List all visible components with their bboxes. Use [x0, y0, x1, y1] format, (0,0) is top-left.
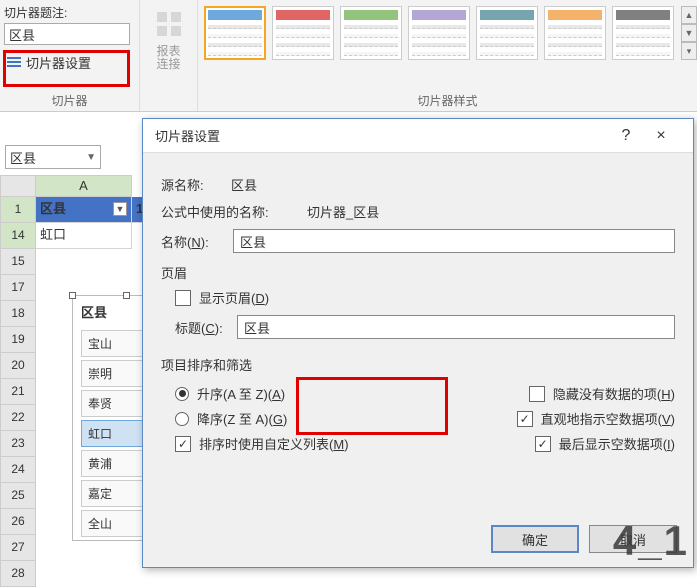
custom-list-checkbox[interactable]: ✓ — [175, 436, 191, 452]
sort-desc-radio[interactable] — [175, 412, 189, 426]
hide-nodata-label: 隐藏没有数据的项(H) — [553, 384, 675, 403]
sort-asc-radio[interactable] — [175, 387, 189, 401]
dialog-help-button[interactable]: ? — [611, 127, 641, 145]
row-header[interactable]: 17 — [0, 275, 36, 301]
cell-a1[interactable]: 区县 ▼ — [36, 197, 132, 223]
watermark: 4_1 — [613, 517, 689, 565]
sort-desc-label: 降序(Z 至 A)(G) — [197, 409, 287, 428]
dialog-title: 切片器设置 — [155, 126, 611, 145]
row-header[interactable]: 22 — [0, 405, 36, 431]
style-thumb[interactable] — [612, 6, 674, 60]
header-section-label: 页眉 — [161, 263, 675, 282]
row-headers: 11415171819202122232425262728 — [0, 197, 36, 571]
show-empty-last-checkbox[interactable]: ✓ — [535, 436, 551, 452]
caption-field-label: 标题(C): — [175, 318, 237, 337]
visual-indicate-checkbox[interactable]: ✓ — [517, 411, 533, 427]
hide-nodata-checkbox[interactable] — [529, 386, 545, 402]
name-box-dropdown-icon[interactable]: ▼ — [86, 152, 96, 163]
gallery-scroll[interactable]: ▲ ▼ ▾ — [681, 6, 697, 60]
filter-dropdown-icon[interactable]: ▼ — [113, 202, 127, 216]
caption-field[interactable] — [237, 315, 675, 339]
style-thumb[interactable] — [544, 6, 606, 60]
ribbon-group3-label: 切片器样式 — [198, 92, 697, 109]
source-name-value: 区县 — [231, 175, 257, 194]
cell-a1-text: 区县 — [40, 201, 66, 216]
row-header[interactable]: 1 — [0, 197, 36, 223]
name-box[interactable]: 区县 ▼ — [5, 145, 101, 169]
row-header[interactable]: 25 — [0, 483, 36, 509]
slicer-settings-label: 切片器设置 — [26, 53, 91, 72]
ribbon-group-report-connections[interactable]: 报表连接 — [140, 0, 198, 111]
name-box-value: 区县 — [10, 148, 36, 167]
ribbon-group-styles: ▲ ▼ ▾ 切片器样式 — [198, 0, 697, 111]
caption-input[interactable] — [4, 23, 130, 45]
row-header[interactable]: 15 — [0, 249, 36, 275]
watermark-big: 4_1 — [613, 517, 689, 565]
show-empty-last-label: 最后显示空数据项(I) — [559, 434, 675, 453]
row-header[interactable]: 21 — [0, 379, 36, 405]
slicer-style-gallery — [198, 0, 697, 66]
formula-name-value: 切片器_区县 — [307, 202, 379, 221]
sort-asc-label: 升序(A 至 Z)(A) — [197, 384, 285, 403]
source-name-label: 源名称: — [161, 175, 231, 194]
row-header[interactable]: 28 — [0, 561, 36, 587]
ok-button[interactable]: 确定 — [491, 525, 579, 553]
dialog-titlebar[interactable]: 切片器设置 ? × — [143, 119, 693, 153]
custom-list-label: 排序时使用自定义列表(M) — [199, 434, 349, 453]
formula-name-label: 公式中使用的名称: — [161, 202, 307, 221]
name-field-label: 名称(N): — [161, 232, 233, 251]
show-header-label: 显示页眉(D) — [199, 288, 269, 307]
resize-handle[interactable] — [69, 292, 76, 299]
report-connections-icon — [153, 8, 185, 40]
style-thumb[interactable] — [476, 6, 538, 60]
style-thumb[interactable] — [340, 6, 402, 60]
row-header[interactable]: 19 — [0, 327, 36, 353]
row-header[interactable]: 23 — [0, 431, 36, 457]
ribbon-group-slicer: 切片器题注: 切片器设置 切片器 — [0, 0, 140, 111]
settings-list-icon — [6, 55, 22, 71]
row-header[interactable]: 24 — [0, 457, 36, 483]
caption-label: 切片器题注: — [4, 4, 135, 21]
gallery-scroll-down[interactable]: ▼ — [681, 24, 697, 42]
row-header[interactable]: 18 — [0, 301, 36, 327]
ribbon-group1-label: 切片器 — [0, 92, 139, 109]
slicer-settings-dialog: 切片器设置 ? × 源名称: 区县 公式中使用的名称: 切片器_区县 名称(N)… — [142, 118, 694, 568]
name-field[interactable] — [233, 229, 675, 253]
show-header-checkbox[interactable] — [175, 290, 191, 306]
row-header[interactable]: 27 — [0, 535, 36, 561]
resize-handle[interactable] — [123, 292, 130, 299]
style-thumb[interactable] — [272, 6, 334, 60]
style-thumb[interactable] — [408, 6, 470, 60]
gallery-scroll-up[interactable]: ▲ — [681, 6, 697, 24]
visual-indicate-label: 直观地指示空数据项(V) — [541, 409, 675, 428]
row-header[interactable]: 14 — [0, 223, 36, 249]
slicer-settings-button[interactable]: 切片器设置 — [4, 51, 135, 74]
report-connections-label: 报表连接 — [140, 45, 197, 71]
row-header[interactable]: 26 — [0, 509, 36, 535]
row-header[interactable]: 20 — [0, 353, 36, 379]
select-all-corner[interactable] — [0, 175, 36, 197]
cell-a14[interactable]: 虹口 — [36, 223, 132, 249]
sort-section-label: 项目排序和筛选 — [161, 355, 675, 374]
column-header-a[interactable]: A — [36, 175, 132, 197]
dialog-close-button[interactable]: × — [641, 127, 681, 145]
style-thumb[interactable] — [204, 6, 266, 60]
dialog-body: 源名称: 区县 公式中使用的名称: 切片器_区县 名称(N): 页眉 显示页眉(… — [143, 153, 693, 473]
ribbon: 切片器题注: 切片器设置 切片器 报表连接 ▲ ▼ ▾ 切片器样式 — [0, 0, 697, 112]
gallery-scroll-more[interactable]: ▾ — [681, 42, 697, 60]
